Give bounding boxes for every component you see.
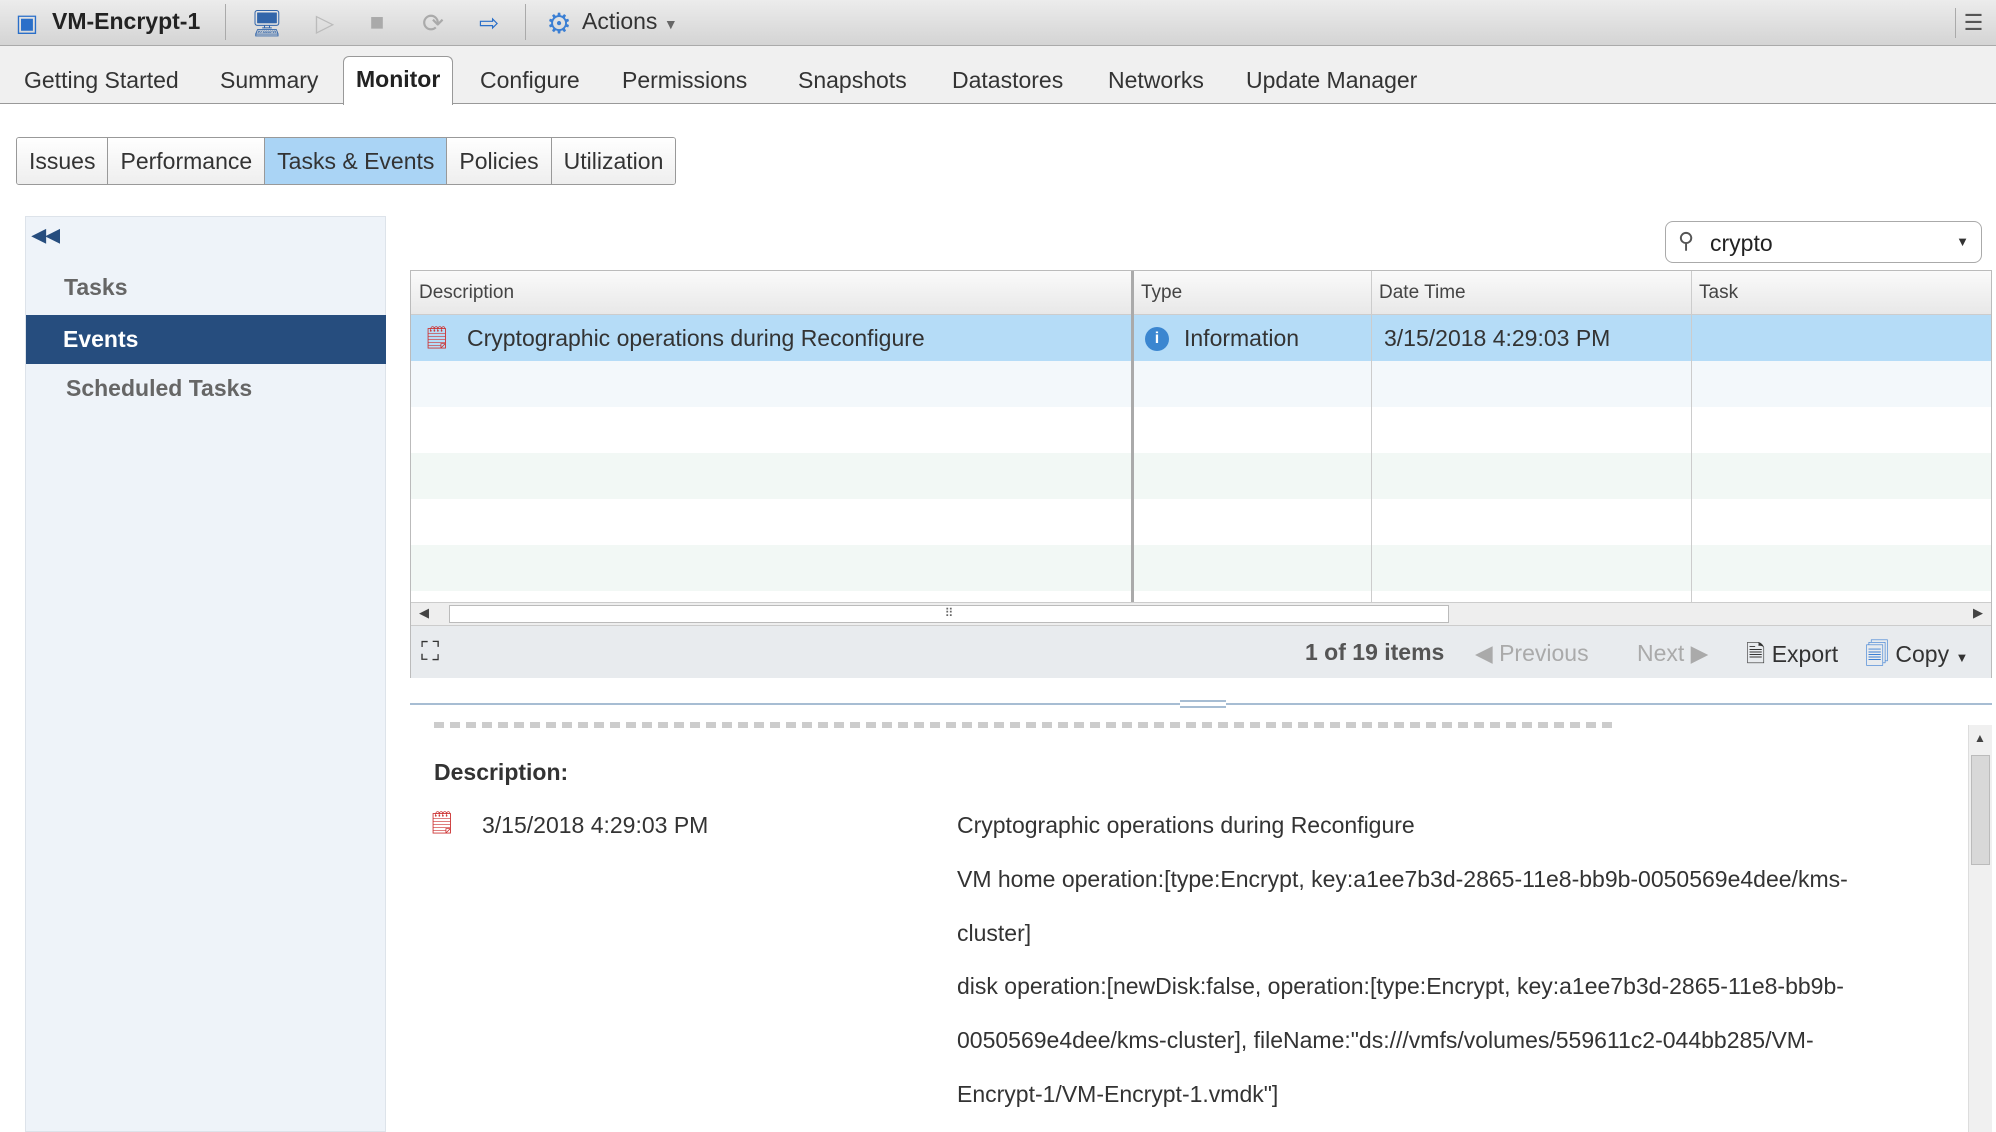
tab-configure[interactable]: Configure [468, 58, 592, 104]
details-heading: Description: [434, 759, 568, 786]
previous-button[interactable]: ◀ Previous [1475, 640, 1589, 667]
column-header-description[interactable]: Description [411, 271, 1131, 315]
export-icon: 🗎 [1746, 641, 1765, 668]
actions-label: Actions [582, 8, 657, 34]
export-button[interactable]: 🗎 Export [1746, 637, 1838, 678]
sidebar: ◀◀ Tasks Events Scheduled Tasks [25, 216, 386, 1132]
copy-button[interactable]: 🗐 Copy ▼ [1865, 637, 1968, 678]
filter-value: crypto [1710, 230, 1773, 257]
subtab-tasks-events[interactable]: Tasks & Events [265, 138, 447, 184]
details-line: disk operation:[newDisk:false, operation… [957, 973, 1844, 1000]
column-header-task[interactable]: Task [1691, 271, 1991, 315]
details-line: 0050569e4dee/kms-cluster], fileName:"ds:… [957, 1027, 1814, 1054]
search-icon: ⚲ [1678, 228, 1694, 254]
details-line: cluster] [957, 920, 1031, 947]
cell-datetime: 3/15/2018 4:29:03 PM [1384, 315, 1610, 361]
subtab-utilization[interactable]: Utilization [552, 138, 676, 184]
chevron-down-icon: ▼ [664, 16, 678, 32]
cell-description: Cryptographic operations during Reconfig… [467, 315, 925, 361]
monitor-subtabs: Issues Performance Tasks & Events Polici… [16, 137, 676, 185]
power-off-icon[interactable]: ■ [360, 6, 394, 40]
cell-type: Information [1184, 315, 1299, 361]
tab-update-manager[interactable]: Update Manager [1234, 58, 1429, 104]
next-label: Next [1637, 640, 1684, 666]
subtab-performance[interactable]: Performance [108, 138, 265, 184]
filter-input[interactable]: ⚲ crypto ▼ [1665, 221, 1982, 263]
tab-monitor[interactable]: Monitor [343, 56, 453, 105]
table-footer: ⛶ 1 of 19 items ◀ Previous Next ▶ 🗎 Expo… [411, 625, 1991, 678]
tab-snapshots[interactable]: Snapshots [786, 58, 919, 104]
gear-icon: ⚙ [542, 6, 576, 40]
subtab-policies[interactable]: Policies [447, 138, 551, 184]
object-toolbar: ▣ VM-Encrypt-1 🖥 ▷ ■ ⟳ ⇨ ⚙ Actions ▼ ☰ [0, 0, 1996, 46]
details-datetime: 3/15/2018 4:29:03 PM [482, 812, 708, 839]
item-count: 1 of 19 items [1305, 639, 1444, 666]
info-icon: i [1145, 327, 1169, 351]
tab-summary[interactable]: Summary [208, 58, 330, 104]
migrate-icon[interactable]: ⇨ [472, 6, 506, 40]
details-line: Cryptographic operations during Reconfig… [957, 812, 1415, 839]
scrollbar-thumb[interactable] [1971, 755, 1990, 865]
column-header-type[interactable]: Type [1133, 271, 1371, 315]
event-icon: 🗒 [428, 810, 456, 836]
horizontal-scrollbar[interactable]: ◀ ⠿ ▶ [411, 602, 1991, 625]
copy-label: Copy [1895, 641, 1949, 667]
chevron-down-icon: ▼ [1955, 650, 1968, 665]
event-icon: 🗒 [423, 315, 451, 361]
scrollbar-thumb[interactable]: ⠿ [449, 605, 1449, 623]
export-label: Export [1772, 641, 1838, 667]
main-tabs: Getting Started Summary Monitor Configur… [0, 46, 1996, 104]
vertical-scrollbar[interactable]: ▲ [1968, 725, 1992, 1132]
vm-icon: ▣ [12, 8, 42, 38]
vm-title: VM-Encrypt-1 [52, 8, 200, 35]
subtab-issues[interactable]: Issues [17, 138, 108, 184]
chevron-down-icon[interactable]: ▼ [1956, 234, 1969, 249]
tab-networks[interactable]: Networks [1096, 58, 1216, 104]
tab-datastores[interactable]: Datastores [940, 58, 1075, 104]
events-table: Description Type Date Time Task 🗒 Crypto… [410, 270, 1992, 678]
column-header-datetime[interactable]: Date Time [1371, 271, 1691, 315]
event-details: Description: 🗒 3/15/2018 4:29:03 PM Cryp… [410, 704, 1992, 1132]
reset-icon[interactable]: ⟳ [416, 6, 450, 40]
details-line: VM home operation:[type:Encrypt, key:a1e… [957, 866, 1848, 893]
binoculars-icon[interactable]: ⛶ [421, 636, 439, 668]
menu-icon[interactable]: ☰ [1955, 8, 1991, 38]
copy-icon: 🗐 [1865, 641, 1889, 668]
sidebar-item-events[interactable]: Events [26, 315, 386, 364]
actions-menu[interactable]: Actions ▼ [582, 8, 678, 35]
next-button[interactable]: Next ▶ [1637, 640, 1708, 667]
sidebar-item-tasks[interactable]: Tasks [26, 263, 386, 312]
power-on-icon[interactable]: ▷ [308, 6, 342, 40]
details-line: Encrypt-1/VM-Encrypt-1.vmdk"] [957, 1081, 1278, 1108]
table-row[interactable]: 🗒 Cryptographic operations during Reconf… [411, 315, 1991, 361]
collapse-icon[interactable]: ◀◀ [32, 225, 60, 246]
tab-getting-started[interactable]: Getting Started [12, 58, 191, 104]
sidebar-item-scheduled-tasks[interactable]: Scheduled Tasks [26, 364, 386, 413]
console-icon[interactable]: 🖥 [250, 6, 284, 40]
tab-permissions[interactable]: Permissions [610, 58, 759, 104]
previous-label: Previous [1499, 640, 1588, 666]
